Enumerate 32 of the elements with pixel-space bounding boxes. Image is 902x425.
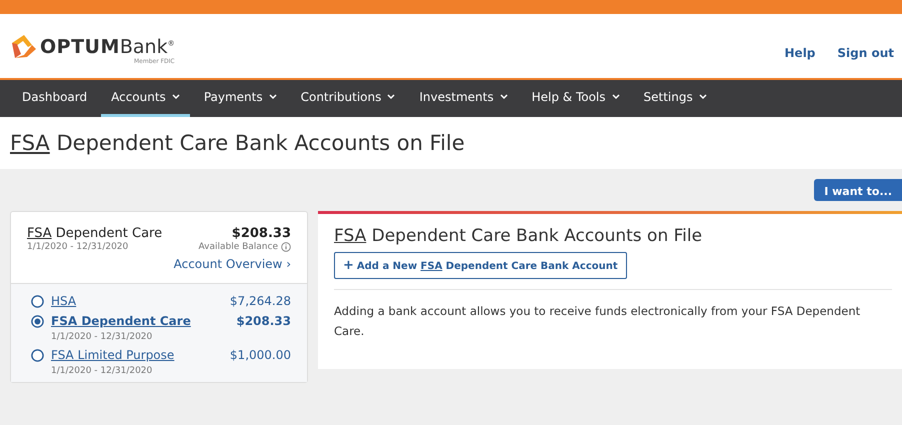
account-dates: 1/1/2020 - 12/31/2020 — [51, 332, 154, 342]
account-link[interactable]: FSA Dependent Care — [51, 314, 191, 328]
account-balance: $208.33 — [232, 226, 291, 241]
page-title: FSA Dependent Care Bank Accounts on File — [10, 131, 465, 155]
radio-button[interactable] — [31, 295, 44, 308]
nav-tab[interactable]: Settings — [634, 80, 717, 117]
account-dates: 1/1/2020 - 12/31/2020 — [51, 366, 154, 376]
nav-tab[interactable]: Help & Tools — [522, 80, 630, 117]
account-amount: $7,264.28 — [230, 294, 291, 308]
balance-label: Available Balance — [198, 242, 278, 252]
panel-title: FSA Dependent Care Bank Accounts on File — [334, 226, 704, 246]
account-dates: 1/1/2020 - 12/31/2020 — [27, 242, 130, 252]
add-account-button[interactable]: + Add a New FSA Dependent Care Bank Account — [334, 252, 627, 279]
logo-text: OPTUMBank$^{®}$ — [40, 36, 175, 58]
account-amount: $208.33 — [236, 314, 291, 330]
radio-button[interactable] — [31, 315, 44, 328]
account-link[interactable]: FSA Limited Purpose — [51, 348, 174, 362]
account-amount: $1,000.00 — [230, 348, 291, 364]
radio-button[interactable] — [31, 349, 44, 362]
account-name: FSA Dependent Care — [27, 226, 162, 241]
logo-icon — [10, 33, 38, 59]
nav-tab[interactable]: Dashboard — [12, 80, 98, 117]
account-link[interactable]: HSA — [51, 294, 76, 308]
i-want-to-button[interactable]: I want to... — [814, 179, 902, 201]
header-link[interactable]: Sign out — [837, 46, 894, 60]
description-text: Adding a bank account allows you to receive funds electronically from your FSA Dependent Care. — [334, 303, 862, 340]
header-link[interactable]: Help — [784, 46, 816, 60]
nav-tab[interactable]: Investments — [409, 80, 518, 117]
info-icon[interactable] — [281, 242, 291, 252]
nav-tab[interactable]: Contributions — [290, 80, 406, 117]
nav-tab[interactable]: Payments — [194, 80, 287, 117]
account-overview-link[interactable]: Account Overview › — [174, 257, 291, 271]
